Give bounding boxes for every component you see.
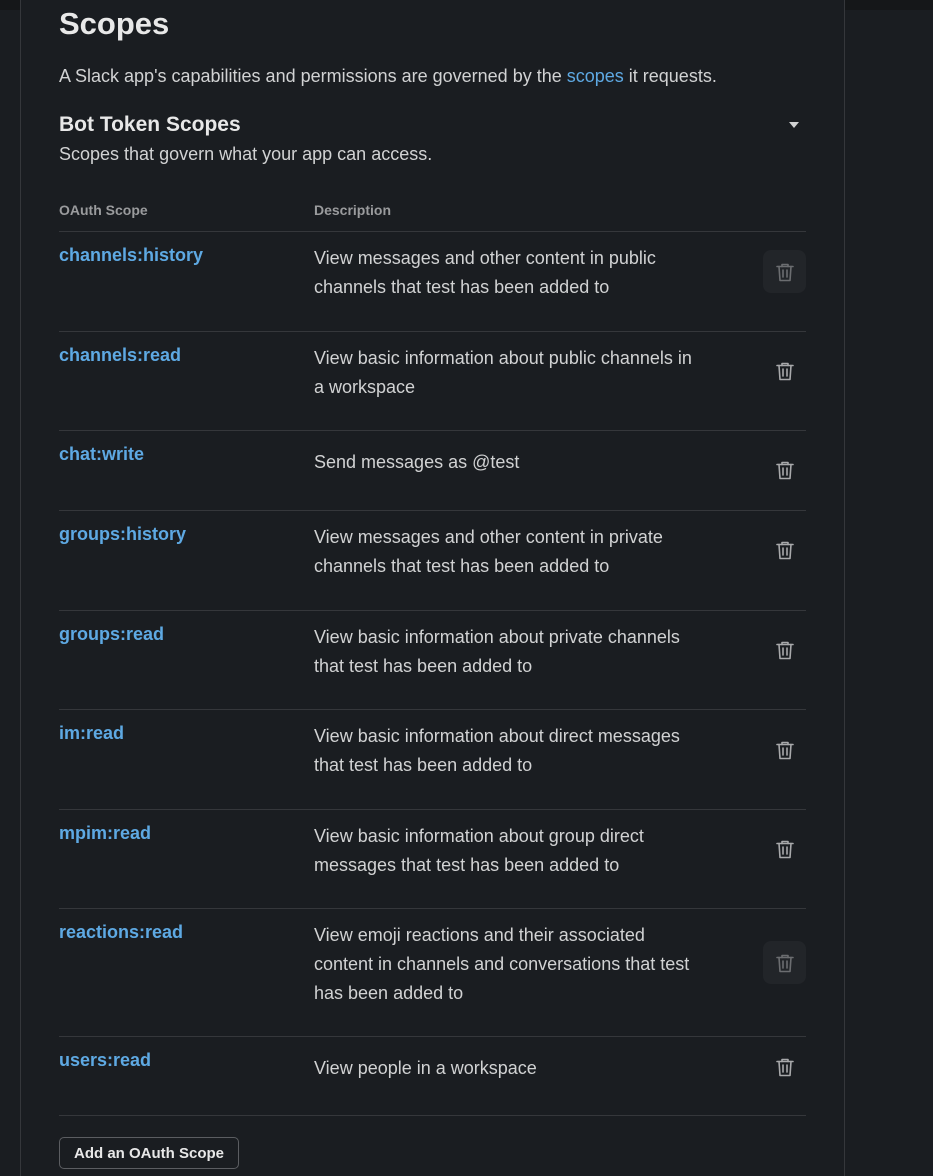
scope-description: View basic information about group direc… [314,826,644,875]
scope-row: chat:write Send messages as @test [59,430,806,510]
scope-description: View emoji reactions and their associate… [314,925,690,1003]
bot-token-scopes-description: Scopes that govern what your app can acc… [59,144,433,164]
trash-icon [774,459,796,481]
bot-token-scopes-title: Bot Token Scopes [59,113,241,136]
delete-scope-button[interactable] [763,349,806,392]
trash-icon [774,1056,796,1078]
intro-text-before: A Slack app's capabilities and permissio… [59,66,567,86]
scope-row: im:read View basic information about dire… [59,709,806,809]
scope-description: Send messages as @test [314,452,520,472]
scope-name[interactable]: channels:history [59,245,203,266]
scope-row: channels:read View basic information abou… [59,331,806,430]
column-header-description: Description [314,202,392,218]
delete-scope-button[interactable] [763,827,806,870]
scope-name[interactable]: reactions:read [59,922,183,943]
delete-scope-button[interactable] [763,448,806,491]
scope-name[interactable]: groups:read [59,624,164,645]
scope-row: users:read View people in a workspace [59,1036,806,1116]
scope-name[interactable]: im:read [59,723,124,744]
scope-name[interactable]: groups:history [59,524,186,545]
scope-description: View basic information about private cha… [314,627,680,676]
scope-name[interactable]: chat:write [59,444,144,465]
scope-row: groups:history View messages and other co… [59,510,806,610]
scope-name[interactable]: users:read [59,1050,151,1071]
scope-description: View people in a workspace [314,1058,537,1078]
add-oauth-scope-button[interactable]: Add an OAuth Scope [59,1137,239,1169]
scope-row: channels:history View messages and other … [59,231,806,331]
scope-row: mpim:read View basic information about gr… [59,809,806,908]
delete-scope-button[interactable] [763,528,806,571]
scope-name[interactable]: channels:read [59,345,181,366]
scope-row: reactions:read View emoji reactions and t… [59,908,806,1036]
page-title: Scopes [59,6,170,41]
scope-description: View messages and other content in priva… [314,527,663,576]
scope-name[interactable]: mpim:read [59,823,151,844]
delete-scope-button[interactable] [763,728,806,771]
scopes-intro: A Slack app's capabilities and permissio… [59,66,717,87]
scope-description: View basic information about direct mess… [314,726,680,775]
column-header-oauth-scope: OAuth Scope [59,202,148,218]
delete-scope-button[interactable] [763,628,806,671]
caret-down-icon[interactable] [785,118,803,132]
trash-icon [774,261,796,283]
delete-scope-button[interactable] [763,250,806,293]
scopes-table: channels:history View messages and other … [59,231,806,1116]
trash-icon [774,739,796,761]
trash-icon [774,952,796,974]
scope-description: View messages and other content in publi… [314,248,656,297]
intro-text-after: it requests. [623,66,717,86]
delete-scope-button[interactable] [763,1045,806,1088]
trash-icon [774,360,796,382]
trash-icon [774,639,796,661]
delete-scope-button[interactable] [763,941,806,984]
scope-row: groups:read View basic information about … [59,610,806,709]
trash-icon [774,838,796,860]
trash-icon [774,539,796,561]
scopes-link[interactable]: scopes [567,66,624,86]
scope-description: View basic information about public chan… [314,348,692,397]
